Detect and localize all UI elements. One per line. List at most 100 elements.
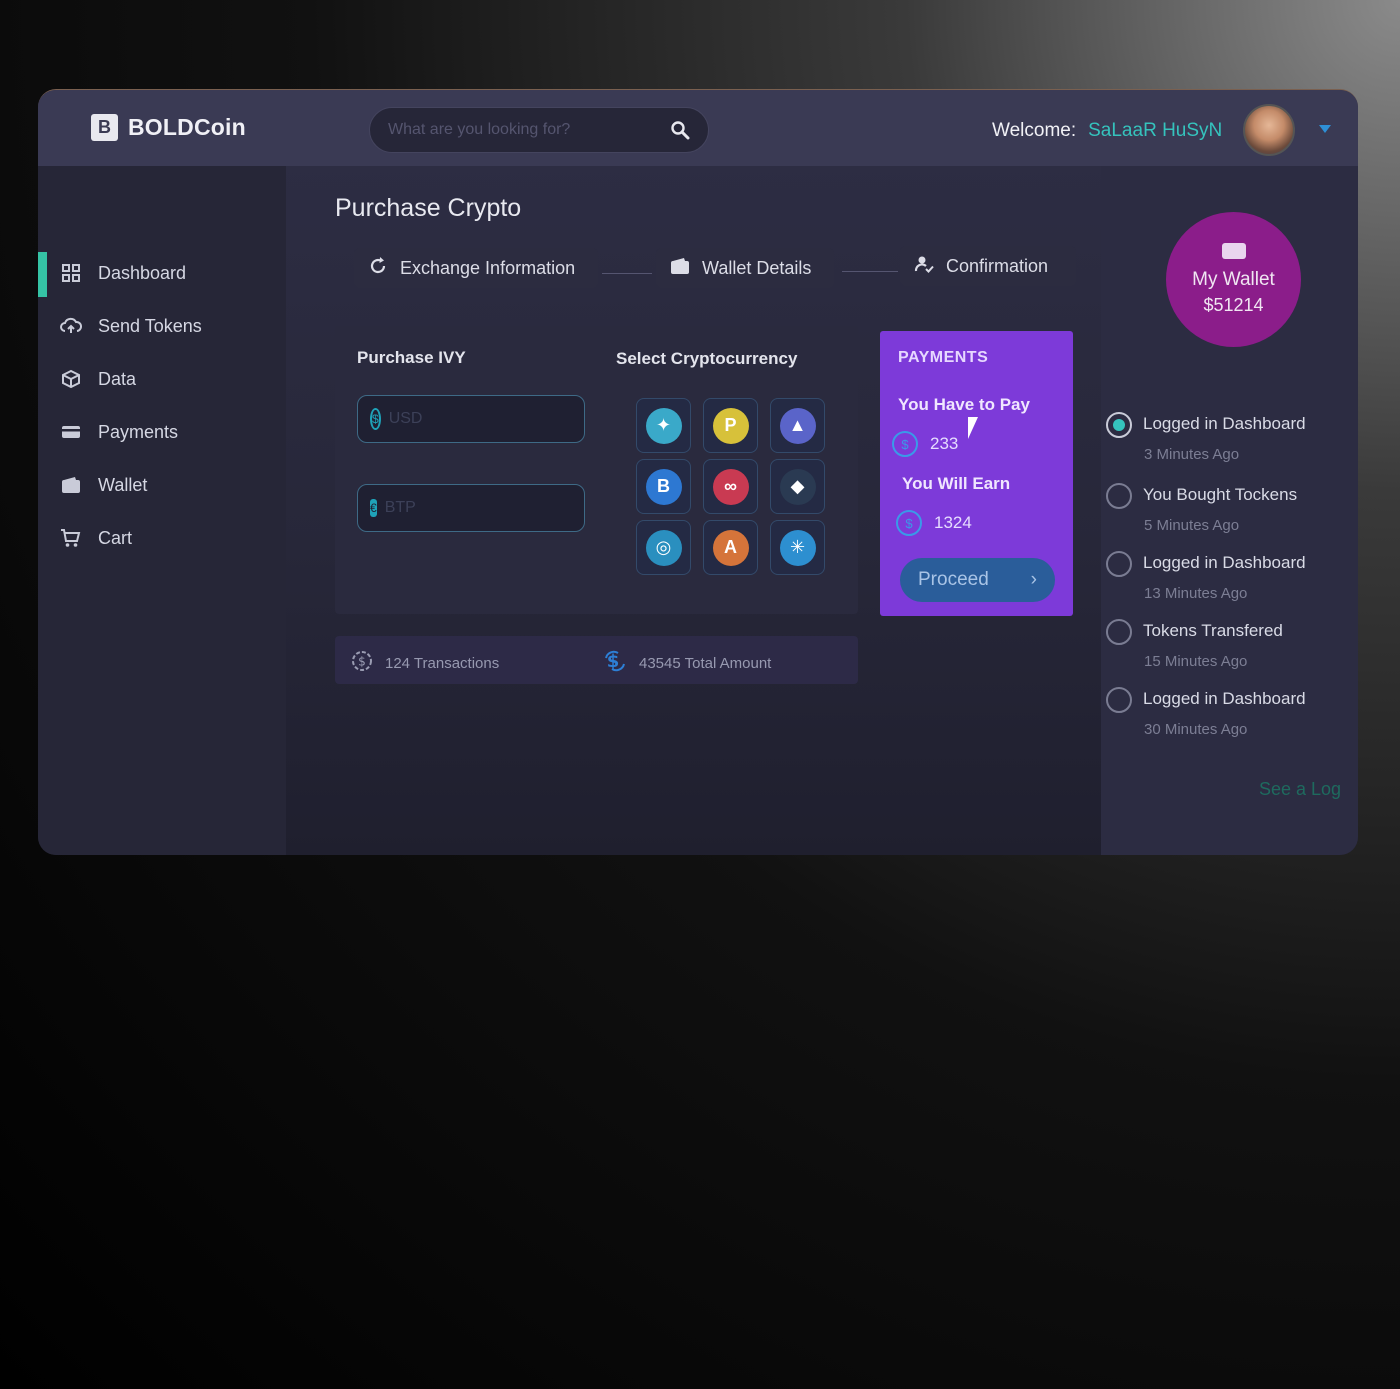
token-icon: € bbox=[370, 499, 377, 517]
select-crypto-title: Select Cryptocurrency bbox=[616, 349, 798, 368]
pay-label: You Have to Pay bbox=[898, 395, 1030, 414]
coin-2-icon: P bbox=[712, 407, 749, 444]
payments-heading: PAYMENTS bbox=[898, 349, 989, 366]
grid-icon bbox=[60, 262, 82, 284]
coin-8-button[interactable]: A bbox=[703, 520, 758, 575]
radio-button[interactable] bbox=[1106, 551, 1132, 577]
radio-button[interactable] bbox=[1106, 619, 1132, 645]
search-input[interactable] bbox=[388, 121, 670, 139]
earn-value-row: $ 1324 bbox=[896, 510, 972, 536]
usd-input[interactable] bbox=[388, 410, 596, 428]
purchase-card: Purchase IVY Select Cryptocurrency $ € ✦… bbox=[335, 326, 858, 614]
radio-button[interactable] bbox=[1106, 412, 1132, 438]
transactions-count: 124 Transactions bbox=[385, 655, 500, 672]
coin-4-icon: B bbox=[645, 468, 682, 505]
cube-icon bbox=[60, 368, 82, 390]
user-check-icon bbox=[914, 254, 934, 279]
activity-title: You Bought Tockens bbox=[1143, 485, 1298, 504]
mouse-cursor-icon bbox=[968, 417, 978, 439]
sidebar-item-label: Wallet bbox=[98, 474, 148, 495]
sidebar-item-label: Payments bbox=[98, 421, 179, 442]
btp-field: € bbox=[357, 484, 592, 532]
wallet-label: My Wallet bbox=[1192, 269, 1275, 290]
logo-text: BOLDCoin bbox=[128, 114, 246, 140]
transactions-stat: $ 124 Transactions bbox=[351, 650, 499, 677]
step-confirmation[interactable]: Confirmation bbox=[900, 246, 1076, 286]
cloud-upload-icon bbox=[60, 315, 82, 337]
coin-3-icon: ▲ bbox=[779, 407, 816, 444]
coin-1-icon: ✦ bbox=[645, 407, 682, 444]
coin-5-icon: ∞ bbox=[712, 468, 749, 505]
coin-5-button[interactable]: ∞ bbox=[703, 459, 758, 514]
sidebar-item-dashboard[interactable]: Dashboard bbox=[60, 262, 186, 284]
activity-time: 5 Minutes Ago bbox=[1144, 517, 1240, 534]
activity-time: 30 Minutes Ago bbox=[1144, 721, 1248, 738]
step-label: Exchange Information bbox=[400, 257, 576, 278]
chevron-right-icon: › bbox=[1030, 569, 1037, 590]
activity-title: Logged in Dashboard bbox=[1143, 553, 1306, 572]
coin-1-button[interactable]: ✦ bbox=[636, 398, 691, 453]
purchase-title: Purchase IVY bbox=[357, 348, 466, 367]
app-window: B BOLDCoin Welcome: SaLaaR HuSyN Dashboa… bbox=[38, 89, 1358, 855]
sidebar-item-data[interactable]: Data bbox=[60, 368, 136, 390]
wallet-icon bbox=[60, 474, 82, 496]
exchange-icon: $ bbox=[603, 650, 627, 677]
step-wallet-details[interactable]: Wallet Details bbox=[656, 248, 834, 288]
step-exchange-information[interactable]: Exchange Information bbox=[354, 248, 598, 288]
earn-value: 1324 bbox=[934, 513, 972, 532]
wallet-icon bbox=[1221, 243, 1246, 259]
usd-field: $ bbox=[357, 395, 596, 443]
logo-icon: B bbox=[91, 114, 118, 141]
coin-6-button[interactable]: ◆ bbox=[770, 459, 825, 514]
step-label: Wallet Details bbox=[702, 257, 812, 278]
sidebar-item-label: Cart bbox=[98, 527, 133, 548]
activity-title: Logged in Dashboard bbox=[1143, 689, 1306, 708]
proceed-button[interactable]: Proceed › bbox=[900, 558, 1055, 602]
logo[interactable]: B BOLDCoin bbox=[91, 114, 246, 141]
pay-value: 233 bbox=[930, 434, 959, 453]
coin-4-button[interactable]: B bbox=[636, 459, 691, 514]
money-icon: $ bbox=[351, 650, 373, 677]
activity-time: 13 Minutes Ago bbox=[1144, 585, 1248, 602]
total-amount: 43545 Total Amount bbox=[639, 655, 772, 672]
sidebar: Dashboard Send Tokens Data Payments Wall… bbox=[38, 166, 286, 855]
cart-icon bbox=[60, 527, 82, 549]
sidebar-item-payments[interactable]: Payments bbox=[60, 421, 178, 443]
top-bar: B BOLDCoin Welcome: SaLaaR HuSyN bbox=[38, 90, 1358, 166]
chevron-down-icon[interactable] bbox=[1319, 125, 1331, 133]
radio-button[interactable] bbox=[1106, 483, 1132, 509]
total-amount-stat: $ 43545 Total Amount bbox=[603, 650, 771, 677]
coin-7-button[interactable]: ◎ bbox=[636, 520, 691, 575]
svg-text:$: $ bbox=[358, 655, 366, 669]
refresh-icon bbox=[368, 256, 388, 281]
coin-9-button[interactable]: ✳ bbox=[770, 520, 825, 575]
wallet-icon bbox=[670, 257, 690, 280]
activity-time: 3 Minutes Ago bbox=[1144, 446, 1240, 463]
coin-9-icon: ✳ bbox=[779, 529, 816, 566]
btp-input[interactable] bbox=[384, 499, 592, 517]
step-label: Confirmation bbox=[946, 255, 1049, 276]
dollar-icon: $ bbox=[892, 431, 918, 457]
sidebar-item-cart[interactable]: Cart bbox=[60, 527, 132, 549]
activity-time: 15 Minutes Ago bbox=[1144, 653, 1248, 670]
sidebar-item-send-tokens[interactable]: Send Tokens bbox=[60, 315, 202, 337]
sidebar-item-label: Send Tokens bbox=[98, 315, 202, 336]
radio-button[interactable] bbox=[1106, 687, 1132, 713]
coin-8-icon: A bbox=[712, 529, 749, 566]
welcome-label: Welcome: bbox=[992, 120, 1077, 141]
welcome: Welcome: SaLaaR HuSyN bbox=[992, 120, 1222, 142]
see-log-link[interactable]: See a Log bbox=[1259, 779, 1341, 800]
activity-title: Tokens Transfered bbox=[1143, 621, 1283, 640]
search-icon[interactable] bbox=[670, 120, 690, 140]
dollar-icon: $ bbox=[370, 408, 381, 430]
sidebar-item-wallet[interactable]: Wallet bbox=[60, 474, 147, 496]
my-wallet-card[interactable]: My Wallet $51214 bbox=[1166, 212, 1301, 347]
wallet-value: $51214 bbox=[1203, 295, 1264, 315]
coin-2-button[interactable]: P bbox=[703, 398, 758, 453]
step-connector bbox=[842, 271, 898, 272]
avatar[interactable] bbox=[1243, 104, 1295, 156]
proceed-label: Proceed bbox=[918, 569, 989, 590]
user-name[interactable]: SaLaaR HuSyN bbox=[1088, 120, 1222, 142]
coin-7-icon: ◎ bbox=[645, 529, 682, 566]
coin-3-button[interactable]: ▲ bbox=[770, 398, 825, 453]
